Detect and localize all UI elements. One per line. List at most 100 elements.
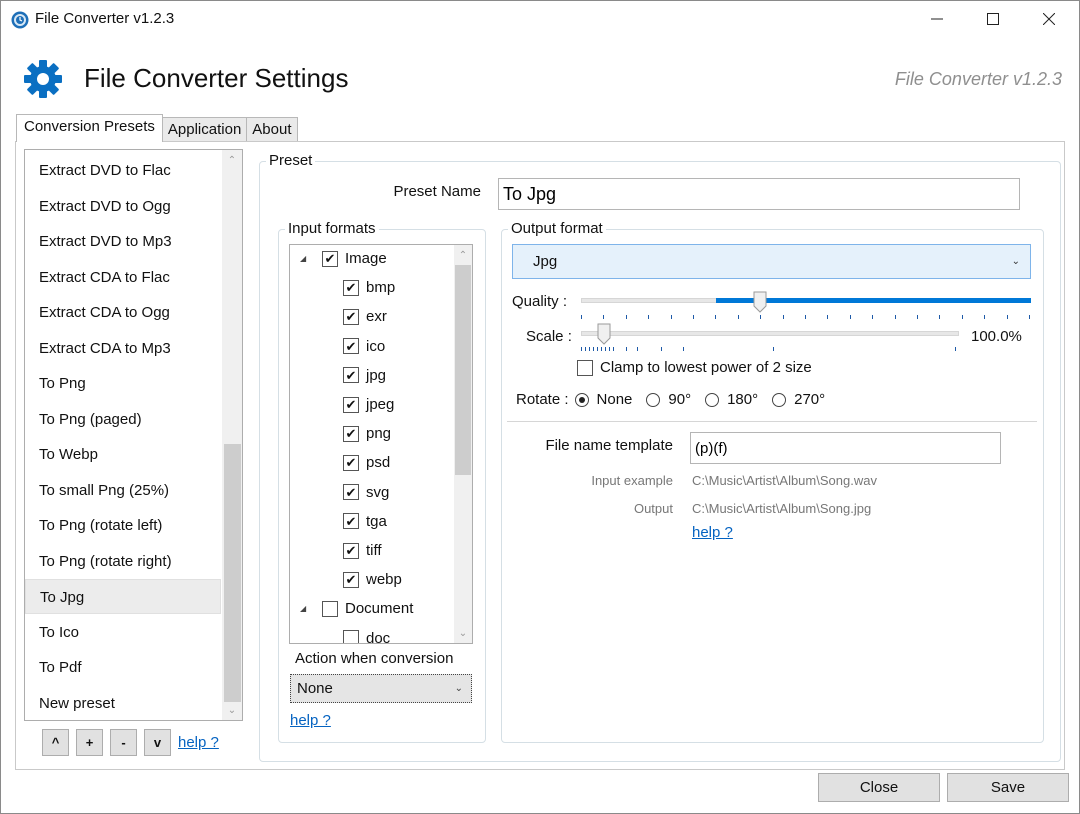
clamp-checkbox-box[interactable] xyxy=(577,359,593,376)
checkbox-checked-icon[interactable]: ✔ xyxy=(343,571,359,588)
chevron-down-icon: ⌄ xyxy=(454,683,463,694)
preset-list-item[interactable]: To small Png (25%) xyxy=(25,473,221,508)
tree-item[interactable]: ✔ tiff xyxy=(343,536,382,565)
output-format-select[interactable]: Jpg ⌄ xyxy=(512,244,1031,279)
tree-item-label: ico xyxy=(366,337,386,355)
preset-list-buttons: ^ + - v help ? xyxy=(42,729,219,756)
tree-item-label: jpg xyxy=(366,366,387,384)
slider-tick xyxy=(715,315,717,319)
preset-name-label: Preset Name xyxy=(393,183,481,200)
tree-item[interactable]: ◢ Document xyxy=(300,594,413,623)
tree-item[interactable]: ✔ bmp xyxy=(343,273,395,302)
quality-slider[interactable] xyxy=(581,291,1031,321)
move-down-button[interactable]: v xyxy=(144,729,171,756)
checkbox-checked-icon[interactable]: ✔ xyxy=(343,425,359,442)
quality-slider-thumb[interactable] xyxy=(753,291,767,313)
slider-tick xyxy=(601,347,602,351)
tree-item[interactable]: ✔ jpg xyxy=(343,361,386,390)
preset-list-item[interactable]: To Png (rotate left) xyxy=(25,508,221,543)
checkbox-checked-icon[interactable]: ✔ xyxy=(343,542,359,559)
tree-item[interactable]: doc xyxy=(343,624,391,644)
preset-list-item[interactable]: Extract CDA to Mp3 xyxy=(25,331,221,366)
tab-about[interactable]: About xyxy=(246,117,298,142)
preset-list-item[interactable]: To Png (paged) xyxy=(25,402,221,437)
preset-list-item[interactable]: To Png xyxy=(25,366,221,401)
tree-scroll-up-icon[interactable]: ⌃ xyxy=(454,245,472,265)
remove-preset-button[interactable]: - xyxy=(110,729,137,756)
preset-list-item[interactable]: Extract CDA to Ogg xyxy=(25,295,221,330)
close-button[interactable]: Close xyxy=(818,773,940,802)
tree-item[interactable]: ✔ tga xyxy=(343,507,387,536)
checkbox-unchecked-icon[interactable] xyxy=(322,600,338,617)
tree-item[interactable]: ✔ psd xyxy=(343,448,390,477)
slider-tick xyxy=(894,315,896,319)
preset-name-input[interactable] xyxy=(498,178,1020,210)
rotate-none-radio[interactable]: None xyxy=(574,391,632,408)
preset-list-item[interactable]: Extract DVD to Mp3 xyxy=(25,224,221,259)
action-select[interactable]: None ⌄ xyxy=(290,674,472,703)
input-formats-help-link[interactable]: help ? xyxy=(290,712,331,729)
tree-item[interactable]: ◢ ✔ Image xyxy=(300,245,387,273)
checkbox-checked-icon[interactable]: ✔ xyxy=(343,513,359,530)
action-when-conversion-label: Action when conversion xyxy=(295,650,454,667)
tree-item[interactable]: ✔ svg xyxy=(343,478,389,507)
tree-item-label: bmp xyxy=(366,279,396,297)
preset-list-item[interactable]: Extract CDA to Flac xyxy=(25,260,221,295)
tab-application[interactable]: Application xyxy=(161,117,248,142)
checkbox-checked-icon[interactable]: ✔ xyxy=(343,279,359,296)
checkbox-unchecked-icon[interactable] xyxy=(343,630,359,643)
preset-list-item[interactable]: To Jpg xyxy=(25,579,221,614)
preset-list-item[interactable]: Extract DVD to Flac xyxy=(25,153,221,188)
maximize-button[interactable] xyxy=(965,1,1021,37)
checkbox-checked-icon[interactable]: ✔ xyxy=(343,338,359,355)
tree-item[interactable]: ✔ exr xyxy=(343,302,387,331)
checkbox-checked-icon[interactable]: ✔ xyxy=(322,250,338,267)
checkbox-checked-icon[interactable]: ✔ xyxy=(343,484,359,501)
tree-item[interactable]: ✔ ico xyxy=(343,332,385,361)
rotate-180-radio[interactable]: 180° xyxy=(705,391,758,408)
rotate-90-radio[interactable]: 90° xyxy=(646,391,691,408)
checkbox-checked-icon[interactable]: ✔ xyxy=(343,454,359,471)
clamp-checkbox[interactable]: Clamp to lowest power of 2 size xyxy=(577,359,812,376)
save-button[interactable]: Save xyxy=(947,773,1069,802)
close-window-button[interactable] xyxy=(1021,1,1077,37)
preset-list-item[interactable]: To Pdf xyxy=(25,650,221,685)
expand-triangle-icon[interactable]: ◢ xyxy=(300,254,310,264)
tree-scroll-down-icon[interactable]: ⌄ xyxy=(454,623,472,643)
tree-scrollbar[interactable]: ⌃ ⌄ xyxy=(454,245,472,643)
checkbox-checked-icon[interactable]: ✔ xyxy=(343,367,359,384)
version-label: File Converter v1.2.3 xyxy=(894,69,1062,89)
scale-slider[interactable] xyxy=(581,323,959,353)
scale-value: 100.0% xyxy=(971,328,1022,345)
preset-list-item[interactable]: To Webp xyxy=(25,437,221,472)
scrollbar-thumb[interactable] xyxy=(224,444,241,702)
file-name-template-input[interactable] xyxy=(690,432,1001,464)
preset-list-item[interactable]: Extract DVD to Ogg xyxy=(25,189,221,224)
preset-list-item[interactable]: To Png (rotate right) xyxy=(25,544,221,579)
slider-tick xyxy=(661,347,662,351)
tree-scrollbar-thumb[interactable] xyxy=(455,265,471,475)
tree-item-label: tga xyxy=(366,512,387,530)
tab-conversion-presets[interactable]: Conversion Presets xyxy=(16,114,163,142)
tree-item[interactable]: ✔ webp xyxy=(343,565,402,594)
tree-item[interactable]: ✔ jpeg xyxy=(343,390,394,419)
scroll-up-icon[interactable]: ⌃ xyxy=(222,150,242,170)
tree-item-label: doc xyxy=(366,629,391,644)
scroll-down-icon[interactable]: ⌄ xyxy=(222,700,242,720)
preset-list-scrollbar[interactable]: ⌃ ⌄ xyxy=(222,150,242,720)
checkbox-checked-icon[interactable]: ✔ xyxy=(343,308,359,325)
rotate-group: Rotate : None 90° 180° 270° xyxy=(516,391,839,408)
rotate-270-radio[interactable]: 270° xyxy=(772,391,825,408)
preset-list-item[interactable]: To Ico xyxy=(25,615,221,650)
scale-slider-thumb[interactable] xyxy=(597,323,611,345)
checkbox-checked-icon[interactable]: ✔ xyxy=(343,396,359,413)
tree-item[interactable]: ✔ png xyxy=(343,419,391,448)
template-help-link[interactable]: help ? xyxy=(692,524,733,541)
expand-triangle-icon[interactable]: ◢ xyxy=(300,604,310,614)
add-preset-button[interactable]: + xyxy=(76,729,103,756)
minimize-button[interactable] xyxy=(909,1,965,37)
action-select-value: None xyxy=(297,680,333,697)
preset-list-help-link[interactable]: help ? xyxy=(178,734,219,751)
preset-list-item[interactable]: New preset xyxy=(25,686,221,721)
move-up-button[interactable]: ^ xyxy=(42,729,69,756)
